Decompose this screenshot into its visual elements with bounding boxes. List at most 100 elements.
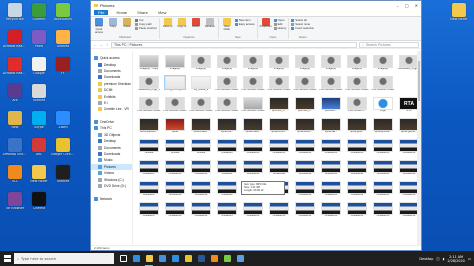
file-item[interactable]: POLYMORPH-A3D4 [240, 97, 266, 117]
file-item[interactable]: Untitled115 [370, 160, 396, 180]
desktop-icon[interactable]: Tor Browser [4, 192, 26, 211]
delete-button[interactable]: Delete [190, 18, 202, 29]
file-item[interactable]: sprite-gold... [344, 118, 370, 138]
desktop-icon[interactable]: Google Chrome [51, 138, 75, 157]
copy-to-button[interactable]: Copy to [176, 18, 188, 29]
desktop-icon[interactable]: Untitled [52, 30, 74, 49]
file-item[interactable]: Untitled101 [266, 139, 292, 159]
file-item[interactable]: Untitled123 [318, 181, 344, 201]
file-item[interactable]: Untitled135 [370, 202, 396, 222]
file-item[interactable]: Untitled102 [292, 139, 318, 159]
file-item[interactable]: Untitled131 [266, 202, 292, 222]
file-item[interactable]: Image(6) [370, 55, 396, 75]
file-item[interactable]: Untitled122 [292, 181, 318, 201]
file-item[interactable]: POLYMORPH-A3D4 [136, 97, 162, 117]
desktop-icon[interactable]: New folder [28, 165, 50, 184]
file-item[interactable]: Image(4) [292, 55, 318, 75]
nav-item[interactable]: Network [91, 196, 132, 202]
chrome-taskbar-button[interactable] [183, 251, 193, 266]
file-item[interactable]: Untitled130 [240, 202, 266, 222]
tab-view[interactable]: View [156, 10, 169, 15]
file-item[interactable]: POLYMORPH-A3D4 [292, 76, 318, 96]
file-item[interactable]: POLYMORPH-A3D4 [188, 97, 214, 117]
file-item[interactable]: Untitled117 [136, 181, 162, 201]
file-item[interactable]: sprite-fall... [318, 118, 344, 138]
file-item[interactable]: Untitled [136, 139, 162, 159]
desktop-icon[interactable]: Untitled [52, 165, 74, 184]
file-item[interactable]: Image(5) [344, 55, 370, 75]
desktop-icon[interactable]: Google [28, 57, 50, 76]
bluestacks-taskbar-button[interactable] [222, 251, 232, 266]
file-item[interactable]: Untitled100 [240, 139, 266, 159]
file-item[interactable]: Untitled110 [240, 160, 266, 180]
file-item[interactable]: POLYMORPH-A3D4 [214, 76, 240, 96]
file-item[interactable]: Untitled118 [162, 181, 188, 201]
file-item[interactable]: sprite-gunnie... [370, 118, 396, 138]
desktop-icon[interactable]: New folder [448, 3, 470, 22]
search-input[interactable]: ⌕ Search Pictures [359, 41, 419, 48]
copy-button[interactable]: Copy [107, 18, 119, 34]
file-item[interactable]: Untitled13 [214, 202, 240, 222]
desktop-icon[interactable]: Cinema [28, 192, 50, 211]
up-button[interactable]: ↑ [105, 42, 109, 47]
desktop-icon[interactable]: Ark [4, 84, 26, 103]
file-item[interactable]: Untitled133 [318, 202, 344, 222]
network-icon[interactable]: ◫ [436, 257, 439, 261]
file-item[interactable]: POLYMORPH-A3D4 [162, 97, 188, 117]
desktop-icon[interactable]: uTorrent [28, 3, 50, 22]
file-item[interactable]: Logo [370, 97, 396, 117]
task-view-taskbar-button[interactable] [118, 251, 128, 266]
store-taskbar-button[interactable] [157, 251, 167, 266]
file-item[interactable]: sprite [162, 118, 188, 138]
desktop-icon[interactable]: Acrobat Reader DC [3, 57, 27, 76]
file-item[interactable]: premium... [318, 97, 344, 117]
move-to-button[interactable]: Move to [162, 18, 174, 29]
file-item[interactable]: Untitled104 [344, 139, 370, 159]
file-item[interactable]: POLYMORPH-A3D4 [266, 76, 292, 96]
new-folder-button[interactable]: New folder [221, 18, 233, 32]
file-item[interactable]: sprite-brawl... [240, 118, 266, 138]
history-button[interactable]: History [273, 26, 286, 30]
file-item[interactable]: securityauthor... [136, 118, 162, 138]
vlc-taskbar-button[interactable] [209, 251, 219, 266]
desktop-icon[interactable]: New [4, 111, 26, 130]
maximize-button[interactable]: ▢ [405, 3, 409, 8]
desktop-icon[interactable]: BlueStacks [52, 3, 74, 22]
clock[interactable]: 2:11 AM 2/28/2020 [447, 255, 464, 263]
scrollbar-thumb[interactable] [418, 61, 420, 101]
file-item[interactable]: Untitled125 [370, 181, 396, 201]
file-item[interactable]: Untitled114 [344, 160, 370, 180]
tab-home[interactable]: Home [114, 10, 129, 15]
vertical-scrollbar[interactable] [417, 51, 421, 245]
file-item[interactable]: POLYMORPH-A3D4 [344, 76, 370, 96]
taskbar-search[interactable]: ⌕ Type here to search [14, 253, 114, 264]
desktop-icon[interactable]: VLC [4, 165, 26, 184]
file-item[interactable]: POLYMORPH... [344, 97, 370, 117]
file-item[interactable]: sprite-crush... [266, 118, 292, 138]
photos-taskbar-button[interactable] [235, 251, 245, 266]
address-bar[interactable]: This PC › Pictures [111, 41, 357, 48]
file-item[interactable]: My_Movie_2 [188, 76, 214, 96]
desktop-icon[interactable]: ARC [28, 138, 50, 157]
edge-taskbar-button[interactable] [131, 251, 141, 266]
invert-selection-button[interactable]: Invert selection [291, 26, 314, 30]
paste-shortcut-button[interactable]: Paste shortcut [135, 26, 157, 30]
pin-quick-access-button[interactable]: Pin to Quick access [93, 18, 105, 34]
file-item[interactable]: Untitled105 [370, 139, 396, 159]
file-item[interactable]: modelflush_lo gp_1 [136, 76, 162, 96]
file-item[interactable]: POLYMORPH-A3D4 [214, 97, 240, 117]
file-item[interactable]: POLYMORPH-A3D4 [240, 76, 266, 96]
paste-button[interactable]: Paste [121, 18, 133, 34]
file-item[interactable]: Untitled124 [344, 181, 370, 201]
easy-access-button[interactable]: Easy access [234, 22, 255, 26]
file-item[interactable]: Untitled10 [214, 139, 240, 159]
file-item[interactable]: Untitled129 [188, 202, 214, 222]
tab-file[interactable]: File [94, 10, 109, 15]
desktop-icon[interactable]: Zoom [52, 111, 74, 130]
file-item[interactable]: My_Movie_2 [162, 75, 188, 96]
file-item[interactable]: Image(3) [266, 55, 292, 75]
desktop-icon[interactable]: Skype [28, 111, 50, 130]
file-item[interactable]: POLYMORPH-A3D4 [370, 76, 396, 96]
desktop-toolbar-label[interactable]: Desktop [419, 257, 433, 261]
file-item[interactable]: Untitled111 [266, 160, 292, 180]
